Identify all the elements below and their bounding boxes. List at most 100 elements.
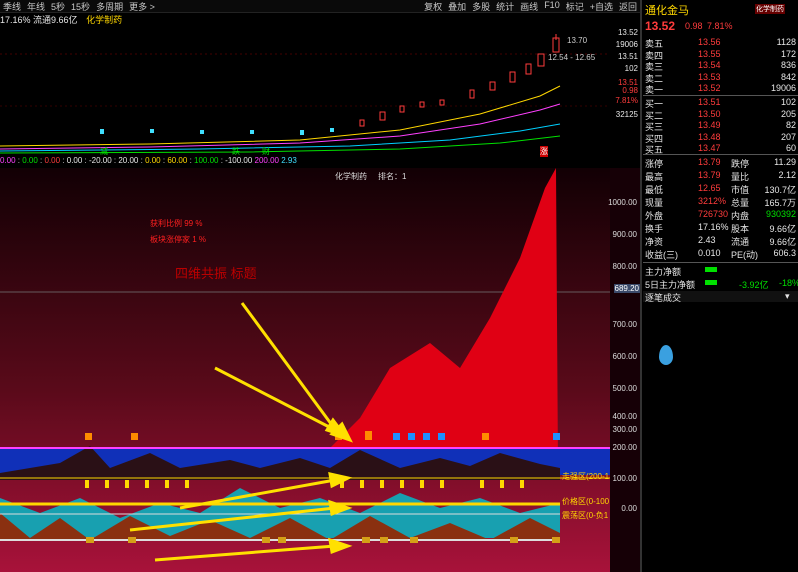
stats-divider <box>643 154 798 155</box>
stat-value: 11.29 <box>774 157 796 167</box>
axis-val: 400.00 <box>612 412 637 421</box>
toolbar-item-5s[interactable]: 5秒 <box>51 0 65 13</box>
stat-key: 市值 <box>731 185 750 195</box>
toolbar-item-more[interactable]: 更多 > <box>129 0 155 13</box>
stat-key: 股本 <box>731 224 750 234</box>
stat-value: 17.16% <box>698 222 729 232</box>
trades-panel-title[interactable]: 逐笔成交 <box>645 291 681 304</box>
btn-add-watch[interactable]: +自选 <box>590 0 613 13</box>
stat-row: 最高 13.79 量比 2.12 <box>643 170 798 182</box>
stat-value: 2.12 <box>778 170 796 180</box>
indicator-axis: 1000.00 900.00 800.00 700.00 600.00 500.… <box>608 168 640 572</box>
axis-val: 32125 <box>615 110 638 119</box>
ask-volume: 842 <box>780 71 796 82</box>
ind-val: 20.00 <box>118 156 139 165</box>
stat-key: 外盘 <box>645 211 664 221</box>
ask-row: 卖一 13.52 19006 <box>643 83 798 95</box>
ask-volume: 1128 <box>776 37 796 47</box>
chevron-down-icon[interactable]: ▾ <box>785 291 790 302</box>
flow5-value: -3.92亿 <box>739 280 769 290</box>
book-divider <box>643 95 798 96</box>
flow5-label: 5日主力净额 <box>645 280 696 290</box>
ind-val: 0.00 <box>145 156 161 165</box>
ind-val: 200.00 <box>254 156 279 165</box>
toolbar-item-year[interactable]: 年线 <box>27 0 45 13</box>
stat-key: 现量 <box>645 198 664 208</box>
annot-profit: 获利比例 99 % <box>150 218 202 228</box>
axis-val: 200.00 <box>612 443 637 452</box>
stat-row: 收益(三) 0.010 PE(动) 606.3 <box>643 248 798 260</box>
axis-val: 500.00 <box>612 384 637 393</box>
quote-panel: 通化金马 化学制药 13.52 0.98 7.81% 卖五 13.56 1128 卖四… <box>643 0 798 572</box>
ind-val: -20.00 <box>89 156 112 165</box>
toolbar-item-15s[interactable]: 15秒 <box>71 0 90 13</box>
zone-strong: 走强区(200-1 <box>562 472 610 481</box>
axis-val: 600.00 <box>612 352 637 361</box>
ask-price: 13.56 <box>698 37 721 47</box>
ind-val: 2.93 <box>281 156 297 165</box>
annot-resonance: 四维共振 标题 <box>175 266 257 281</box>
stat-key: 最高 <box>645 172 664 182</box>
sector-tag[interactable]: 化学制药 <box>86 15 122 25</box>
axis-val: 800.00 <box>612 262 637 271</box>
stat-value: 726730 <box>698 209 729 219</box>
bid-row: 买四 13.48 207 <box>643 131 798 144</box>
btn-back[interactable]: 返回 <box>619 0 637 13</box>
stat-value: 165.7万 <box>764 198 796 208</box>
stat-key: 净资 <box>645 237 664 247</box>
info-row: 17.16% 流通9.66亿 化学制药 <box>0 13 640 25</box>
price-chart[interactable]: 13.70 12.54 - 12.65 <box>0 26 610 156</box>
ask-row: 卖五 13.56 1128 <box>643 37 798 49</box>
axis-val: 900.00 <box>612 230 637 239</box>
btn-stats[interactable]: 统计 <box>496 0 514 13</box>
bid-price: 13.51 <box>698 97 721 107</box>
bid-row: 买一 13.51 102 <box>643 97 798 109</box>
crosshair-price-tag: 689.20 <box>613 284 640 293</box>
stat-value: 12.65 <box>698 183 721 193</box>
btn-mark[interactable]: 标记 <box>566 0 584 13</box>
stat-key: 跌停 <box>731 159 750 169</box>
axis-val: 0.00 <box>621 504 637 513</box>
btn-multistock[interactable]: 多股 <box>472 0 490 13</box>
panel-divider[interactable] <box>640 0 642 572</box>
bid-volume: 60 <box>785 143 796 153</box>
stat-key: 量比 <box>731 172 750 182</box>
ask-row: 卖四 13.55 172 <box>643 48 798 61</box>
stat-value: 2.43 <box>698 235 716 245</box>
btn-overlay[interactable]: 叠加 <box>448 0 466 13</box>
ask-price: 13.52 <box>698 83 721 93</box>
price-change: 0.98 <box>685 21 703 31</box>
ask-price: 13.54 <box>698 60 721 70</box>
ind-val: 60.00 <box>167 156 188 165</box>
stat-key: 收益(三) <box>645 250 678 260</box>
main-title: 化学制药 <box>335 171 367 181</box>
stat-key: 内盘 <box>731 211 750 221</box>
axis-val: 19006 <box>615 40 638 49</box>
ask-volume: 836 <box>780 60 796 70</box>
btn-fuquan[interactable]: 复权 <box>424 0 442 13</box>
bid-volume: 102 <box>780 97 796 107</box>
ind-val: 100.00 <box>194 156 219 165</box>
toolbar-item-multi[interactable]: 多周期 <box>96 0 123 13</box>
btn-f10[interactable]: F10 <box>544 0 560 13</box>
bid-volume: 207 <box>780 131 796 142</box>
toolbar-item-season[interactable]: 季线 <box>3 0 21 13</box>
stat-value: 606.3 <box>773 248 796 258</box>
ind-val: 0.00 <box>22 156 38 165</box>
indicator-chart[interactable]: 化学制药 排名：1 获利比例 99 % 板块涨停家 1 % 四维共振 标题 走强… <box>0 168 610 572</box>
axis-val: 1000.00 <box>608 198 637 207</box>
zone-shock: 震荡区(0-负1 <box>562 510 609 520</box>
ask-price: 13.55 <box>698 48 721 59</box>
flow-divider <box>643 262 798 263</box>
stat-row: 外盘 726730 内盘 930392 <box>643 209 798 221</box>
stat-row: 最低 12.65 市值 130.7亿 <box>643 183 798 195</box>
price-axis: 13.52 19006 13.51 102 13.51 7.81% 32125 … <box>610 26 640 156</box>
stat-value: 130.7亿 <box>764 185 796 195</box>
btn-draw[interactable]: 画线 <box>520 0 538 13</box>
ind-val: -100.00 <box>225 156 253 165</box>
sector-badge[interactable]: 化学制药 <box>755 4 785 14</box>
high-price-mark: 13.70 <box>567 36 588 45</box>
bid-row: 买五 13.47 60 <box>643 143 798 155</box>
period-toolbar: 季线 年线 5秒 15秒 多周期 更多 > 复权 叠加 多股 统计 画线 F10… <box>0 0 640 13</box>
bid-price: 13.47 <box>698 143 721 153</box>
